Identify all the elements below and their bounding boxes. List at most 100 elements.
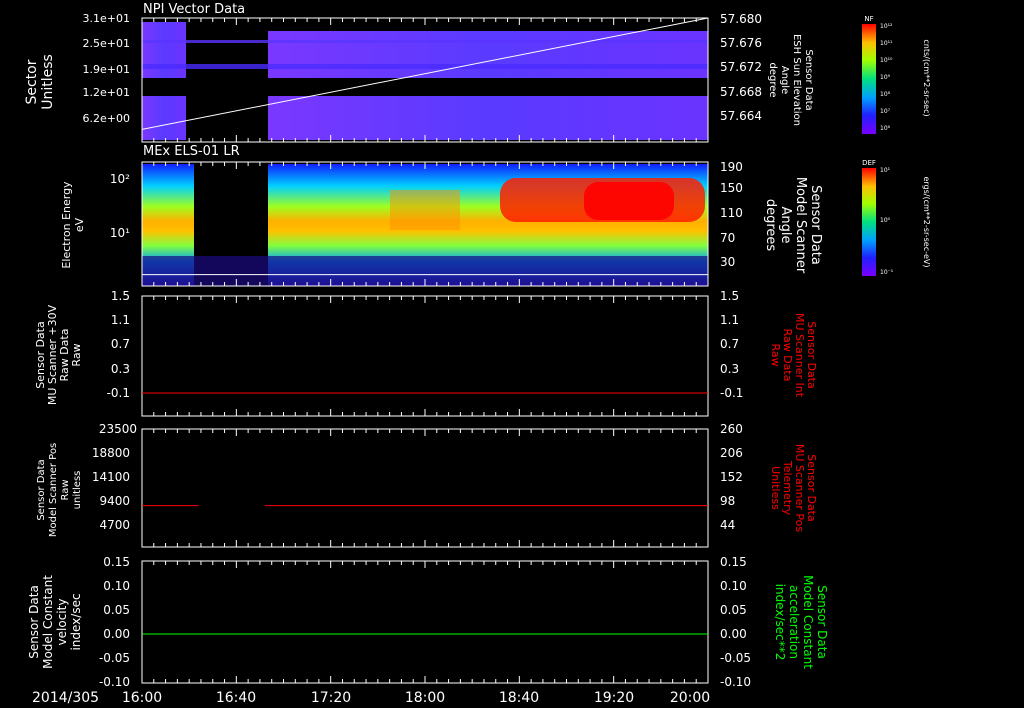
y-tick-label: 0.3	[111, 362, 130, 376]
y2-tick-label: 1.1	[720, 313, 739, 327]
svg-text:velocity: velocity	[55, 599, 69, 646]
y2-tick-label: -0.05	[720, 651, 751, 665]
y2-tick-label: 57.668	[720, 85, 762, 99]
svg-text:Electron Energy: Electron Energy	[60, 181, 73, 269]
y-tick-label: -0.05	[99, 651, 130, 665]
svg-text:Sensor Data: Sensor Data	[808, 185, 823, 265]
y-tick-label: 3.1e+01	[83, 12, 130, 25]
svg-text:degrees: degrees	[763, 199, 778, 252]
date-label: 2014/305	[32, 690, 99, 706]
colorbar-tick: 10⁰	[880, 217, 891, 224]
y-axis-label: Sensor Data Model Scanner Pos Raw unitle…	[36, 443, 83, 537]
y-tick-label: 0.00	[103, 627, 130, 641]
colorbar-tick: 10¹⁰	[880, 57, 893, 64]
svg-text:acceleration: acceleration	[787, 585, 801, 659]
svg-text:index/sec**2: index/sec**2	[773, 584, 787, 661]
y2-tick-label: 0.10	[720, 579, 747, 593]
y-tick-label: 10¹	[110, 226, 130, 240]
svg-text:Sensor Data: Sensor Data	[27, 585, 41, 659]
y2-tick-label: 190	[720, 160, 743, 174]
colorbar-tick: 10⁸	[880, 91, 891, 98]
y2-axis-label: Sensor Data Model Scanner Angle degrees	[763, 177, 823, 274]
x-tick-label: 17:20	[311, 690, 351, 706]
y2-axis-label: Sensor Data MU Scanner Pos Telemetry Uni…	[769, 444, 818, 533]
colorbar	[862, 24, 876, 134]
y2-tick-label: 30	[720, 255, 735, 269]
y2-tick-label: 57.672	[720, 60, 762, 74]
svg-text:Model Scanner: Model Scanner	[793, 177, 808, 274]
svg-text:Angle: Angle	[778, 207, 793, 244]
figure: NPI Vector Data 3.1e+01 2.5e+01 1.9e+01 …	[24, 2, 931, 706]
y-axis-label: Sensor Data Model Constant velocity inde…	[27, 575, 83, 669]
colorbar-tick: 10¹	[880, 167, 891, 174]
colorbar-tick: 10¹²	[880, 23, 893, 30]
y-tick-label: 9400	[99, 494, 130, 508]
x-tick-label: 18:00	[405, 690, 445, 706]
svg-text:Model Scanner Pos: Model Scanner Pos	[48, 443, 59, 537]
svg-text:index/sec: index/sec	[69, 593, 83, 650]
colorbar-tick: 10⁹	[880, 74, 891, 81]
y2-tick-label: 0.05	[720, 603, 747, 617]
colorbar-tick: 10⁻¹	[880, 269, 894, 276]
y-tick-label: 4700	[99, 518, 130, 532]
colorbar-tag: NF	[864, 15, 873, 23]
y2-axis-label: Sensor Data MU Scanner Int Raw Data Raw	[769, 313, 818, 398]
y-tick-label: 2.5e+01	[83, 37, 130, 50]
svg-text:Sensor Data: Sensor Data	[803, 49, 814, 110]
y2-tick-label: 1.5	[720, 289, 739, 303]
svg-text:unitless: unitless	[72, 471, 83, 510]
colorbar	[862, 168, 876, 276]
y2-tick-label: 110	[720, 206, 743, 220]
colorbar-tick: 10¹¹	[880, 40, 893, 47]
y-axis-label: Electron Energy eV	[60, 181, 86, 269]
x-tick-label: 19:20	[594, 690, 634, 706]
y2-tick-label: 206	[720, 446, 743, 460]
y2-tick-label: 57.680	[720, 12, 762, 26]
y-axis-label: Sensor Data MU Scanner +30V Raw Data Raw	[34, 304, 83, 405]
axes-frame	[141, 560, 709, 684]
y-tick-label: 23500	[99, 422, 137, 436]
heatmap-npi	[142, 22, 708, 140]
y-tick-label: 0.15	[103, 555, 130, 569]
x-tick-label: 18:40	[499, 690, 539, 706]
y-tick-label: 1.1	[111, 313, 130, 327]
x-tick-label: 16:00	[122, 690, 162, 706]
y2-axis-label: Sensor Data ESH Sun Elevation Angle degr…	[767, 34, 814, 126]
panel-velocity: 0.15 0.10 0.05 0.00 -0.05 -0.10 0.15 0.1…	[27, 555, 829, 689]
panel-scanpos: 23500 18800 14100 9400 4700 260 206 152 …	[36, 422, 818, 548]
y2-axis-label: Sensor Data Model Constant acceleration …	[773, 575, 829, 669]
svg-text:Raw: Raw	[70, 343, 83, 366]
svg-text:Unitless: Unitless	[40, 54, 56, 110]
y-tick-label: 14100	[92, 470, 130, 484]
y-tick-label: 0.7	[111, 337, 130, 351]
heatmap-els	[142, 164, 708, 286]
y2-tick-label: 57.676	[720, 36, 762, 50]
y-tick-label: 1.5	[111, 289, 130, 303]
y-tick-label: 0.10	[103, 579, 130, 593]
y2-tick-label: 0.3	[720, 362, 739, 376]
svg-text:Model Constant: Model Constant	[801, 575, 815, 669]
time-axis: 2014/305 16:00 16:40 17:20 18:00 18:40 1…	[32, 690, 710, 706]
y2-tick-label: 0.00	[720, 627, 747, 641]
y-tick-label: 1.2e+01	[83, 86, 130, 99]
axes-frame	[141, 428, 709, 548]
svg-text:Sensor Data: Sensor Data	[815, 585, 829, 659]
y-tick-label: 6.2e+00	[83, 112, 130, 125]
svg-text:Unitless: Unitless	[769, 466, 782, 510]
x-tick-label: 20:00	[670, 690, 710, 706]
svg-text:eV: eV	[73, 217, 86, 232]
heatmap-gap-band	[142, 78, 708, 96]
colorbar-tick: 10⁶	[880, 125, 891, 132]
y2-tick-label: 98	[720, 494, 735, 508]
y2-tick-label: 44	[720, 518, 735, 532]
y-tick-label: -0.1	[107, 386, 130, 400]
heatmap-stripe	[142, 40, 708, 43]
colorbar-def: DEF 10¹ 10⁰ 10⁻¹ ergs/(cm**2-sr-sec-eV)	[862, 159, 931, 276]
heatmap-stripe	[142, 64, 708, 69]
y-axis-label: Sector Unitless	[24, 54, 56, 110]
heatmap-patch	[390, 190, 460, 230]
svg-text:degree: degree	[767, 62, 778, 97]
heatmap-patch	[584, 182, 674, 220]
colorbar-unit: ergs/(cm**2-sr-sec-eV)	[922, 176, 931, 267]
colorbar-tag: DEF	[862, 159, 876, 167]
